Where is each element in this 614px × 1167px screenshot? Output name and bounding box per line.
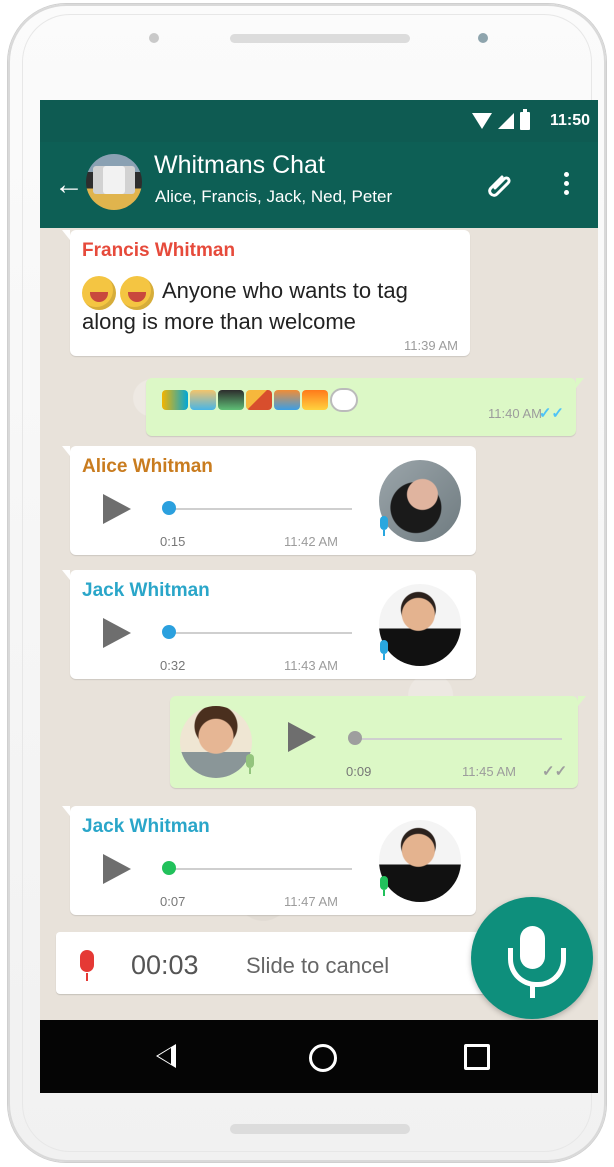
play-button[interactable] <box>103 494 131 524</box>
play-button[interactable] <box>103 854 131 884</box>
audio-progress-dot[interactable] <box>162 501 176 515</box>
message-time: 11:39 AM <box>404 338 458 353</box>
message-time: 11:45 AM <box>462 764 516 779</box>
speech-bubble-emoji-icon <box>330 388 358 412</box>
audio-progress-dot[interactable] <box>162 861 176 875</box>
audio-progress-track[interactable] <box>165 508 352 510</box>
sensor-dot <box>478 33 488 43</box>
rowing-emoji-icon <box>274 390 300 410</box>
audio-progress-track[interactable] <box>165 868 352 870</box>
avatar-alice[interactable] <box>379 460 461 542</box>
surfer-emoji-icon <box>218 390 244 410</box>
audio-duration: 0:07 <box>160 894 186 909</box>
status-time: 11:50 <box>549 112 590 129</box>
battery-icon <box>520 109 530 130</box>
emoji-row <box>162 388 358 412</box>
speaker-grille <box>230 34 410 43</box>
audio-duration: 0:32 <box>160 658 186 673</box>
android-nav-bar <box>40 1020 598 1093</box>
avatar-you[interactable] <box>180 706 252 778</box>
message-text: Anyone who wants to tag along is more th… <box>82 278 408 334</box>
swimmer-emoji-icon <box>190 390 216 410</box>
group-avatar[interactable] <box>86 154 142 210</box>
kayak-emoji-icon <box>162 390 188 410</box>
microphone-arc <box>508 948 566 987</box>
sender-name: Alice Whitman <box>82 456 213 477</box>
voice-message-alice[interactable]: Alice Whitman 0:15 11:42 AM <box>62 446 476 555</box>
signal-icon <box>498 113 514 129</box>
recording-mic-icon <box>80 950 94 981</box>
bottom-speaker <box>230 1124 410 1134</box>
audio-duration: 0:09 <box>346 764 372 779</box>
chat-screen: 11:50 ← Whitmans Chat Alice, Francis, Ja… <box>40 100 598 1093</box>
chat-header: ← Whitmans Chat Alice, Francis, Jack, Ne… <box>40 142 598 228</box>
play-button[interactable] <box>288 722 316 752</box>
recording-bar[interactable]: 00:03 Slide to cancel <box>56 932 500 994</box>
recent-apps-icon[interactable] <box>464 1044 490 1070</box>
home-icon[interactable] <box>309 1044 337 1072</box>
status-icons <box>472 109 530 130</box>
mic-icon <box>246 754 254 774</box>
voice-message-jack[interactable]: Jack Whitman 0:32 11:43 AM <box>62 570 476 679</box>
back-arrow-icon[interactable]: ← <box>54 170 84 200</box>
sender-name: Francis Whitman <box>82 240 236 261</box>
chat-title[interactable]: Whitmans Chat <box>154 150 325 180</box>
status-bar: 11:50 <box>40 100 598 142</box>
avatar-jack[interactable] <box>379 584 461 666</box>
audio-progress-track[interactable] <box>350 738 562 740</box>
mic-icon <box>380 876 388 896</box>
sender-name: Jack Whitman <box>82 816 210 837</box>
mic-icon <box>380 516 388 536</box>
audio-progress-dot[interactable] <box>162 625 176 639</box>
more-options-icon[interactable] <box>558 168 574 202</box>
avatar-jack[interactable] <box>379 820 461 902</box>
sender-name: Jack Whitman <box>82 580 210 601</box>
message-time: 11:40 AM <box>488 406 542 421</box>
microphone-stem <box>530 983 535 998</box>
audio-progress-track[interactable] <box>165 632 352 634</box>
paperclip-icon[interactable] <box>484 168 518 202</box>
slide-to-cancel[interactable]: Slide to cancel <box>246 953 389 979</box>
message-bubble-francis[interactable]: Francis Whitman Anyone who wants to tag … <box>62 230 470 356</box>
mic-icon <box>380 640 388 660</box>
wifi-icon <box>472 113 492 129</box>
chat-participants[interactable]: Alice, Francis, Jack, Ned, Peter <box>155 187 392 207</box>
record-button[interactable] <box>471 897 593 1019</box>
sailboat-emoji-icon <box>246 390 272 410</box>
voice-message-jack[interactable]: Jack Whitman 0:07 11:47 AM <box>62 806 476 915</box>
message-bubble-emojis[interactable]: 11:40 AM ✓✓ <box>146 378 584 436</box>
back-icon[interactable] <box>156 1044 176 1068</box>
read-receipt-icon: ✓✓ <box>542 763 568 780</box>
audio-progress-dot[interactable] <box>348 731 362 745</box>
front-camera <box>149 33 159 43</box>
phone-frame: 11:50 ← Whitmans Chat Alice, Francis, Ja… <box>8 4 606 1162</box>
audio-duration: 0:15 <box>160 534 186 549</box>
message-time: 11:47 AM <box>284 894 338 909</box>
play-button[interactable] <box>103 618 131 648</box>
voice-message-outgoing[interactable]: 0:09 11:45 AM ✓✓ <box>170 696 586 788</box>
recording-timer: 00:03 <box>131 950 199 980</box>
read-receipt-icon: ✓✓ <box>538 405 564 422</box>
sunset-emoji-icon <box>302 390 328 410</box>
message-time: 11:42 AM <box>284 534 338 549</box>
message-time: 11:43 AM <box>284 658 338 673</box>
